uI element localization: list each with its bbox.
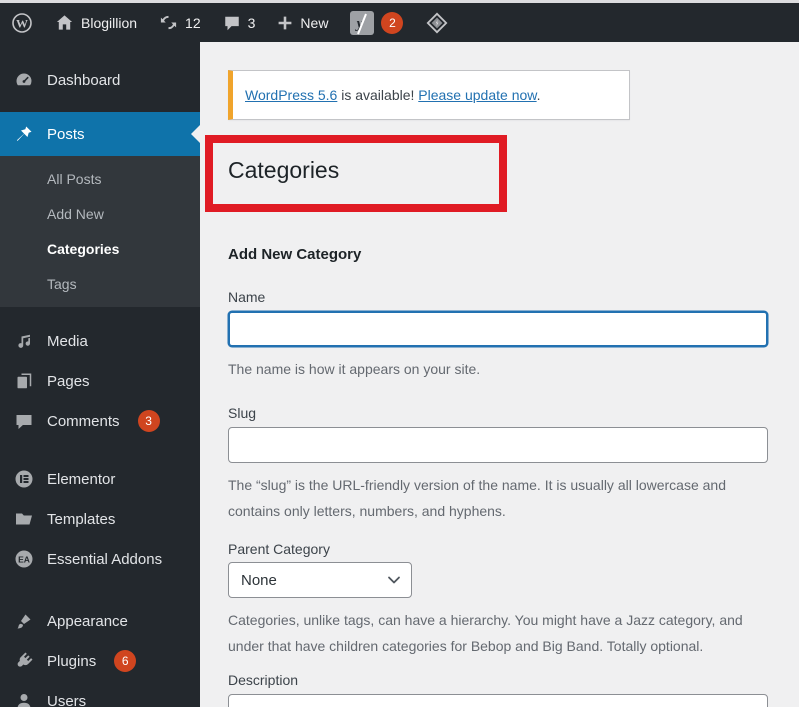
essential-addons-topbar-menu[interactable]	[414, 3, 460, 42]
sidebar-item-comments[interactable]: Comments 3	[0, 401, 200, 441]
sidebar-item-add-new[interactable]: Add New	[0, 196, 200, 231]
sidebar-item-appearance[interactable]: Appearance	[0, 601, 200, 641]
media-icon	[14, 331, 34, 351]
comment-icon	[223, 14, 241, 32]
sidebar-item-label: Appearance	[47, 612, 128, 630]
sidebar-item-label: Dashboard	[47, 71, 121, 89]
user-icon	[14, 691, 34, 707]
parent-category-help-text: Categories, unlike tags, can have a hier…	[228, 612, 743, 654]
comments-badge: 3	[137, 410, 160, 432]
sidebar-item-essential-addons[interactable]: EA Essential Addons	[0, 539, 200, 579]
diamond-icon	[425, 11, 449, 35]
comments-icon	[14, 411, 34, 431]
sidebar-item-elementor[interactable]: Elementor	[0, 459, 200, 499]
sidebar-item-label: Users	[47, 692, 87, 707]
description-label: Description	[228, 672, 299, 688]
sidebar-item-templates[interactable]: Templates	[0, 499, 200, 539]
plugins-badge: 6	[114, 650, 137, 672]
comments-menu[interactable]: 3	[212, 3, 267, 42]
yoast-menu[interactable]: y 2	[339, 3, 414, 42]
elementor-icon	[14, 469, 34, 489]
notice-text: is available!	[337, 87, 419, 103]
svg-text:W: W	[16, 16, 28, 30]
update-now-link[interactable]: Please update now	[418, 87, 536, 103]
sidebar-item-label: Media	[47, 332, 88, 350]
home-icon	[55, 13, 74, 32]
annotation-highlight-rectangle: Categories	[205, 135, 507, 212]
wordpress-version-link[interactable]: WordPress 5.6	[245, 87, 337, 103]
wordpress-logo-menu[interactable]: W	[0, 3, 44, 42]
plugin-icon	[14, 651, 34, 671]
sidebar-item-label: Pages	[47, 372, 90, 390]
updates-count: 12	[185, 14, 201, 31]
slug-input[interactable]	[228, 427, 768, 463]
sidebar-menu: Dashboard Posts All Posts Add New Catego…	[0, 42, 200, 707]
submenu-label: All Posts	[47, 170, 102, 187]
sidebar-item-plugins[interactable]: Plugins 6	[0, 641, 200, 681]
sidebar-item-all-posts[interactable]: All Posts	[0, 161, 200, 196]
submenu-label: Categories	[47, 240, 120, 257]
page-title: Categories	[228, 157, 340, 183]
parent-category-select[interactable]: None	[228, 562, 412, 598]
name-help-text: The name is how it appears on your site.	[228, 361, 481, 377]
posts-submenu: All Posts Add New Categories Tags	[0, 156, 200, 307]
add-new-category-heading: Add New Category	[228, 246, 362, 263]
sidebar-item-label: Plugins	[47, 652, 97, 670]
comments-count: 3	[247, 14, 256, 31]
sidebar-item-label: Elementor	[47, 470, 116, 488]
parent-category-select-wrap: None	[228, 562, 412, 598]
new-content-menu[interactable]: New	[266, 3, 339, 42]
sidebar-item-media[interactable]: Media	[0, 321, 200, 361]
pushpin-icon	[14, 124, 34, 144]
folder-icon	[14, 509, 34, 529]
new-label: New	[300, 14, 329, 31]
submenu-label: Add New	[47, 205, 104, 222]
update-notice: WordPress 5.6 is available! Please updat…	[228, 70, 630, 120]
description-textarea[interactable]	[228, 694, 768, 707]
slug-help-text: The “slug” is the URL-friendly version o…	[228, 477, 726, 519]
parent-category-label: Parent Category	[228, 541, 330, 557]
svg-text:EA: EA	[18, 554, 30, 564]
sidebar-item-label: Essential Addons	[47, 550, 163, 568]
updates-icon	[159, 13, 178, 32]
sidebar-item-pages[interactable]: Pages	[0, 361, 200, 401]
essential-addons-icon: EA	[14, 549, 34, 569]
site-name-menu[interactable]: Blogillion	[44, 3, 148, 42]
sidebar-item-label: Comments	[47, 412, 120, 430]
pages-icon	[14, 371, 34, 391]
brush-icon	[14, 611, 34, 631]
admin-bar: W Blogillion 12 3 New y 2	[0, 3, 799, 42]
sidebar-item-dashboard[interactable]: Dashboard	[0, 60, 200, 100]
sidebar-item-tags[interactable]: Tags	[0, 266, 200, 301]
dashboard-icon	[14, 70, 34, 90]
sidebar-item-label: Posts	[47, 125, 85, 143]
site-name: Blogillion	[81, 14, 138, 31]
notice-period: .	[536, 87, 541, 103]
updates-menu[interactable]: 12	[148, 3, 212, 42]
name-label: Name	[228, 289, 266, 305]
plus-icon	[277, 15, 293, 31]
yoast-seo-icon: y	[350, 10, 375, 35]
slug-label: Slug	[228, 405, 257, 421]
yoast-badge: 2	[381, 11, 404, 34]
wordpress-logo-icon: W	[11, 12, 33, 34]
sidebar-item-categories[interactable]: Categories	[0, 231, 200, 266]
name-input[interactable]	[228, 311, 768, 347]
submenu-label: Tags	[47, 275, 77, 292]
sidebar-item-posts[interactable]: Posts	[0, 112, 200, 156]
sidebar-item-label: Templates	[47, 510, 116, 528]
sidebar-item-users[interactable]: Users	[0, 681, 200, 707]
